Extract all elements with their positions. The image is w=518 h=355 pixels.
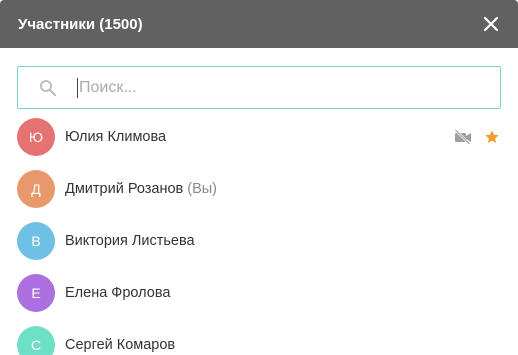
- star-icon[interactable]: [484, 129, 500, 145]
- participants-panel: Участники (1500) Ю Юлия Климова: [0, 0, 518, 355]
- panel-title: Участники (1500): [18, 15, 143, 33]
- list-item[interactable]: Ю Юлия Климова: [0, 111, 518, 163]
- participant-status-icons: [454, 129, 500, 145]
- participant-name-text: Виктория Листьева: [65, 233, 195, 249]
- participant-name-text: Сергей Комаров: [65, 337, 176, 353]
- avatar: Е: [17, 274, 55, 312]
- avatar: В: [17, 222, 55, 260]
- avatar: Д: [17, 170, 55, 208]
- close-icon: [483, 16, 499, 32]
- participant-name: Дмитрий Розанов (Вы): [65, 181, 217, 197]
- self-indicator: (Вы): [187, 181, 218, 197]
- participant-name-text: Юлия Климова: [65, 129, 167, 145]
- participant-name-text: Дмитрий Розанов: [65, 181, 184, 197]
- search-input[interactable]: [77, 77, 500, 98]
- video-off-icon[interactable]: [454, 129, 472, 145]
- close-button[interactable]: [480, 13, 502, 35]
- participant-name: Сергей Комаров: [65, 337, 175, 353]
- participant-name: Юлия Климова: [65, 129, 166, 145]
- participant-name-text: Елена Фролова: [65, 285, 171, 301]
- participant-list: Ю Юлия Климова Д Дмитрий Розанов (Вы) В …: [0, 111, 518, 355]
- avatar: Ю: [17, 118, 55, 156]
- panel-header: Участники (1500): [0, 0, 518, 48]
- participant-name: Виктория Листьева: [65, 233, 195, 249]
- avatar: С: [17, 326, 55, 355]
- search-icon: [39, 79, 57, 97]
- list-item[interactable]: Д Дмитрий Розанов (Вы): [0, 163, 518, 215]
- list-item[interactable]: В Виктория Листьева: [0, 215, 518, 267]
- participant-name: Елена Фролова: [65, 285, 170, 301]
- list-item[interactable]: С Сергей Комаров: [0, 319, 518, 355]
- list-item[interactable]: Е Елена Фролова: [0, 267, 518, 319]
- search-box[interactable]: [17, 66, 501, 109]
